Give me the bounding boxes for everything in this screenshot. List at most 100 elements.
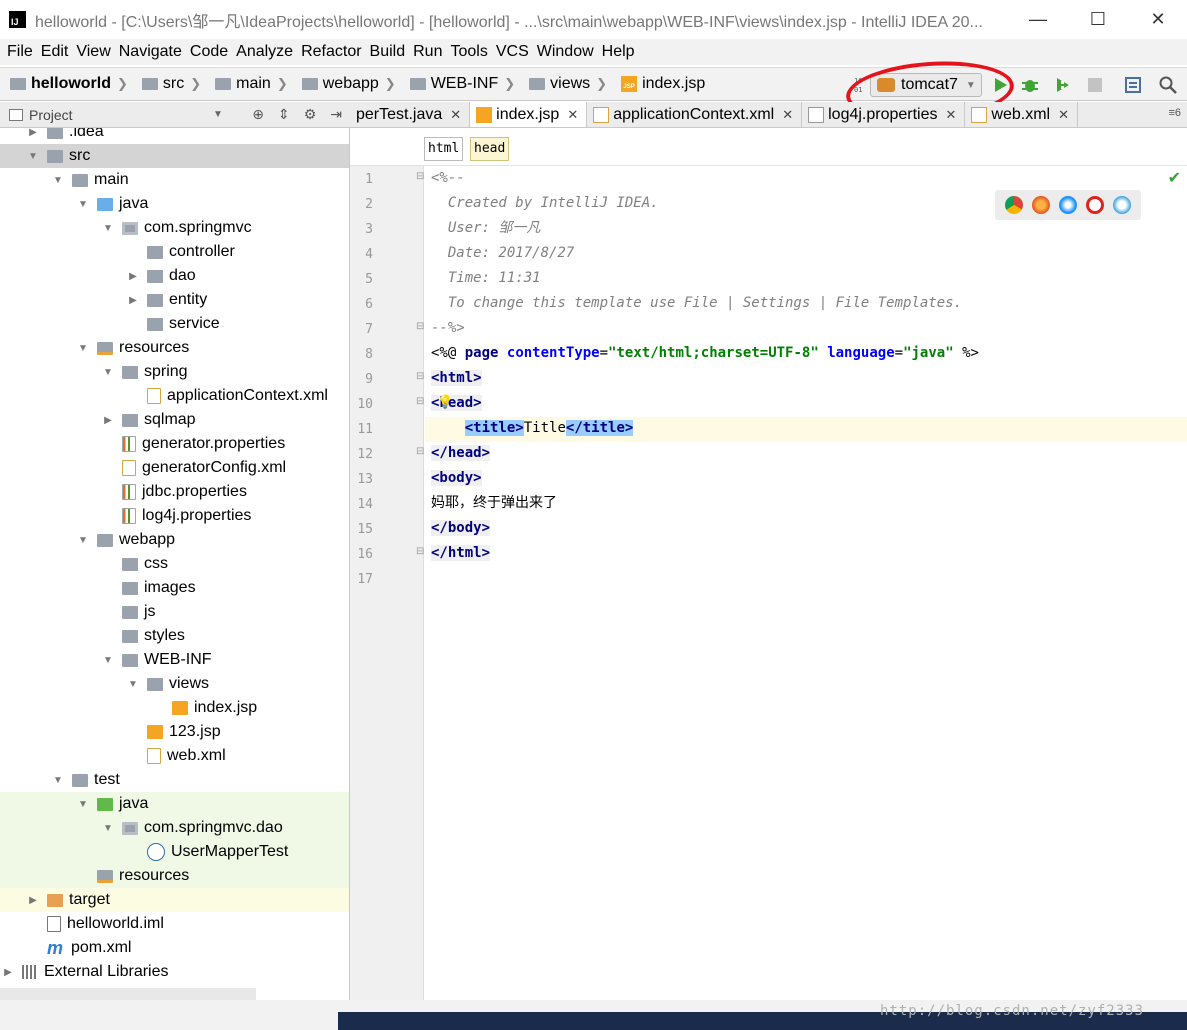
code-line[interactable]: --%> [431, 316, 465, 341]
tree-node[interactable]: log4j.properties [0, 504, 349, 528]
code-line[interactable]: User: 邹一凡 [431, 216, 541, 241]
search-icon[interactable] [1158, 75, 1178, 95]
menu-item-window[interactable]: Window [537, 43, 594, 61]
tree-node[interactable]: jdbc.properties [0, 480, 349, 504]
menu-item-analyze[interactable]: Analyze [236, 43, 293, 61]
menu-item-refactor[interactable]: Refactor [301, 43, 361, 61]
code-editor[interactable]: ✔ <%-- Created by IntelliJ IDEA. User: 邹… [425, 166, 1187, 1000]
tree-node[interactable]: helloworld.iml [0, 912, 349, 936]
chevron-down-icon[interactable]: ▼ [52, 175, 64, 186]
code-line[interactable]: Time: 11:31 [431, 266, 541, 291]
close-icon[interactable]: ✕ [450, 107, 461, 123]
close-icon[interactable]: ✕ [567, 107, 578, 123]
code-line[interactable]: <html> [431, 366, 482, 391]
code-line[interactable]: </body> [431, 516, 491, 541]
tree-node[interactable]: css [0, 552, 349, 576]
close-icon[interactable]: ✕ [782, 107, 793, 123]
tab-index-jsp[interactable]: index.jsp ✕ [470, 102, 588, 127]
tree-node[interactable]: js [0, 600, 349, 624]
chevron-down-icon[interactable]: ▼ [102, 367, 114, 378]
fold-marker-icon[interactable]: ⊟ [416, 396, 424, 407]
ie-icon[interactable] [1112, 196, 1131, 214]
fold-marker-icon[interactable]: ⊟ [416, 371, 424, 382]
tree-node[interactable]: ▼ spring [0, 360, 349, 384]
maximize-button[interactable]: ☐ [1068, 0, 1128, 39]
run-configuration-dropdown[interactable]: tomcat7 ▼ [870, 73, 982, 97]
menu-item-view[interactable]: View [76, 43, 110, 61]
tree-node[interactable]: 123.jsp [0, 720, 349, 744]
fold-marker-icon[interactable]: ⊟ [416, 446, 424, 457]
tree-node[interactable]: ▼ webapp [0, 528, 349, 552]
horizontal-scrollbar[interactable] [0, 988, 256, 1000]
chevron-down-icon[interactable]: ▼ [102, 223, 114, 234]
tree-node[interactable]: index.jsp [0, 696, 349, 720]
chevron-down-icon[interactable]: ▼ [127, 679, 139, 690]
tree-node[interactable]: service [0, 312, 349, 336]
tab-web-xml[interactable]: web.xml ✕ [965, 102, 1079, 127]
close-icon[interactable]: ✕ [946, 107, 957, 123]
tree-node[interactable]: ▶ sqlmap [0, 408, 349, 432]
scroll-from-source-icon[interactable]: ⊕ [252, 106, 264, 123]
code-line[interactable]: </head> [431, 441, 491, 466]
breadcrumb-item[interactable]: JSP index.jsp [613, 75, 705, 93]
debug-icon[interactable] [1020, 75, 1040, 95]
code-line[interactable]: 妈耶，终于弹出来了 [431, 491, 557, 516]
tree-node[interactable]: images [0, 576, 349, 600]
fold-marker-icon[interactable]: ⊟ [416, 321, 424, 332]
code-line[interactable]: Created by IntelliJ IDEA. [431, 191, 659, 216]
tree-node[interactable]: ▼ java [0, 792, 349, 816]
chevron-down-icon[interactable]: ▼ [27, 151, 39, 162]
chrome-icon[interactable] [1005, 196, 1024, 214]
chevron-down-icon[interactable]: ▼ [77, 535, 89, 546]
breadcrumb-item[interactable]: main ❯ [207, 75, 288, 93]
safari-icon[interactable] [1058, 196, 1077, 214]
run-icon[interactable] [990, 75, 1010, 95]
chevron-down-icon[interactable]: ▼ [77, 199, 89, 210]
chevron-right-icon[interactable]: ▶ [27, 128, 39, 138]
code-line[interactable]: <%@ page contentType="text/html;charset=… [431, 341, 979, 366]
code-line[interactable]: </html> [431, 541, 491, 566]
opera-icon[interactable] [1085, 196, 1104, 214]
chevron-right-icon[interactable]: ▶ [127, 271, 139, 282]
breadcrumb-item[interactable]: views ❯ [521, 75, 607, 93]
tree-node[interactable]: ▶ target [0, 888, 349, 912]
tree-node[interactable]: ▼ com.springmvc.dao [0, 816, 349, 840]
chevron-down-icon[interactable]: ▼ [52, 775, 64, 786]
firefox-icon[interactable] [1032, 196, 1051, 214]
fold-marker-icon[interactable]: ⊟ [416, 546, 424, 557]
project-panel-title[interactable]: Project [29, 107, 73, 123]
close-button[interactable]: ✕ [1128, 0, 1187, 39]
menu-item-file[interactable]: File [7, 43, 33, 61]
tree-node[interactable]: ▼ views [0, 672, 349, 696]
menu-item-navigate[interactable]: Navigate [119, 43, 182, 61]
tree-node[interactable]: ▼ src [0, 144, 349, 168]
tree-node[interactable]: web.xml [0, 744, 349, 768]
collapse-all-icon[interactable]: ⇕ [278, 106, 290, 123]
breadcrumb-item[interactable]: webapp ❯ [294, 75, 396, 93]
project-structure-icon[interactable] [1123, 75, 1143, 95]
chevron-right-icon[interactable]: ▶ [27, 895, 39, 906]
tree-node[interactable]: ▼ resources [0, 336, 349, 360]
chevron-right-icon[interactable]: ▶ [2, 967, 14, 978]
menu-item-code[interactable]: Code [190, 43, 228, 61]
gear-icon[interactable]: ⚙ [304, 106, 317, 123]
chevron-right-icon[interactable]: ▶ [127, 295, 139, 306]
chevron-down-icon[interactable]: ▼ [77, 799, 89, 810]
chevron-down-icon[interactable]: ▼ [213, 109, 223, 120]
tree-node[interactable]: UserMapperTest [0, 840, 349, 864]
tree-node[interactable]: ▼ WEB-INF [0, 648, 349, 672]
code-line[interactable]: <title>Title</title> [431, 416, 634, 441]
code-line[interactable]: <%-- [431, 166, 465, 191]
tree-node[interactable]: ▶ External Libraries [0, 960, 349, 984]
breadcrumb-item[interactable]: src ❯ [134, 75, 201, 93]
tree-node[interactable]: ▼ java [0, 192, 349, 216]
tree-node[interactable]: resources [0, 864, 349, 888]
tab-applicationcontext-xml[interactable]: applicationContext.xml ✕ [587, 102, 803, 127]
menu-item-tools[interactable]: Tools [450, 43, 487, 61]
chevron-right-icon[interactable]: ▶ [102, 415, 114, 426]
tree-node[interactable]: ▼ main [0, 168, 349, 192]
menu-item-build[interactable]: Build [370, 43, 406, 61]
chevron-down-icon[interactable]: ▼ [77, 343, 89, 354]
chevron-down-icon[interactable]: ▼ [102, 823, 114, 834]
tab-log4j-properties[interactable]: log4j.properties ✕ [802, 102, 966, 127]
